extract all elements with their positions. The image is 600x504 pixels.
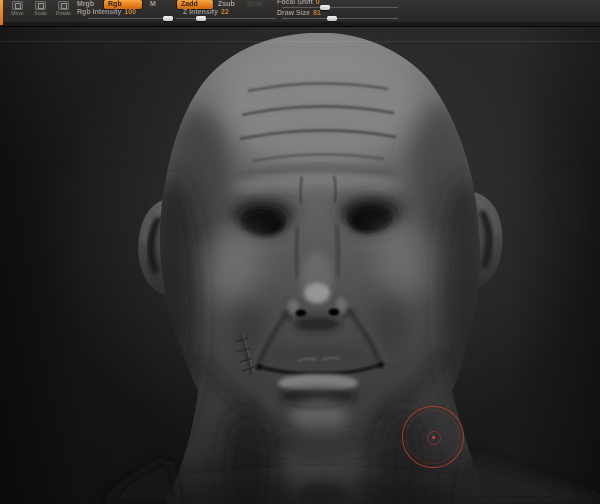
accent-strip: [0, 0, 3, 25]
shelf-divider: [0, 22, 600, 27]
draw-size-label: Draw Size: [277, 10, 311, 17]
z-intensity-value: 22: [221, 9, 229, 16]
focal-shift-value: 0: [315, 0, 320, 6]
draw-size-slider-handle[interactable]: [327, 16, 337, 21]
scale-icon: [35, 1, 46, 10]
top-shelf: Move Scale Rotate Mrgb Rgb M Rgb Intensi…: [0, 0, 600, 22]
rgb-intensity-slider[interactable]: [88, 18, 172, 19]
z-intensity-slider-handle[interactable]: [196, 16, 206, 21]
draw-size-readout: Draw Size 81: [277, 10, 321, 17]
z-intensity-label: Z Intensity: [183, 9, 219, 16]
focal-shift-slider-handle[interactable]: [320, 5, 330, 10]
z-intensity-slider[interactable]: [176, 18, 276, 19]
rgb-intensity-slider-handle[interactable]: [163, 16, 173, 21]
rgb-button[interactable]: Rgb: [104, 0, 142, 9]
scale-label: Scale: [34, 11, 47, 17]
rotate-button[interactable]: Rotate: [52, 1, 75, 20]
draw-size-value: 81: [313, 10, 321, 17]
rotate-label: Rotate: [56, 11, 71, 17]
zbrush-window: Move Scale Rotate Mrgb Rgb M Rgb Intensi…: [0, 0, 600, 504]
focal-shift-label: Focal Shift: [277, 0, 313, 6]
z-intensity-readout: Z Intensity 22: [183, 9, 229, 16]
right-trap: [460, 457, 600, 504]
sculpt-head[interactable]: [0, 27, 600, 504]
rgb-intensity-value: 100: [124, 9, 137, 16]
move-icon: [12, 1, 23, 10]
zsub-button[interactable]: Zsub: [218, 1, 235, 8]
draw-size-slider[interactable]: [282, 18, 398, 19]
move-button[interactable]: Move: [6, 1, 29, 20]
m-button[interactable]: M: [150, 1, 156, 8]
left-trap: [100, 459, 178, 504]
mrgb-button[interactable]: Mrgb: [77, 1, 94, 8]
rotate-icon: [58, 1, 69, 10]
zadd-button[interactable]: Zadd: [177, 0, 213, 9]
rgb-intensity-label: Rgb Intensity: [77, 9, 122, 16]
zcut-button[interactable]: Zcut: [247, 1, 262, 8]
focal-shift-readout: Focal Shift 0: [277, 0, 320, 6]
focal-shift-slider[interactable]: [282, 7, 398, 8]
scale-button[interactable]: Scale: [29, 1, 52, 20]
rgb-intensity-readout: Rgb Intensity 100: [77, 9, 136, 16]
move-label: Move: [11, 11, 24, 17]
canvas-guide-line: [0, 41, 600, 42]
document-canvas[interactable]: [0, 27, 600, 504]
